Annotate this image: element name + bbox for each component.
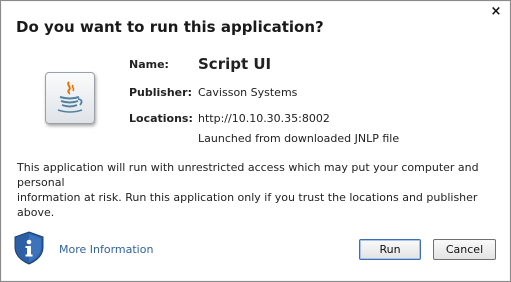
risk-warning: This application will run with unrestric… [17, 160, 487, 220]
warning-line-2: information at risk. Run this applicatio… [17, 191, 478, 219]
shield-info-icon [13, 231, 45, 269]
app-name: Script UI [198, 55, 272, 73]
security-dialog: × Do you want to run this application? N… [0, 0, 511, 282]
run-button[interactable]: Run [359, 239, 421, 260]
warning-line-1: This application will run with unrestric… [17, 161, 479, 189]
locations-value: http://10.10.30.35:8002 [198, 112, 330, 125]
close-icon[interactable]: × [489, 5, 503, 19]
dialog-title: Do you want to run this application? [16, 18, 324, 36]
publisher-value: Cavisson Systems [198, 86, 298, 99]
locations-note: Launched from downloaded JNLP file [198, 132, 400, 145]
publisher-label: Publisher: [129, 86, 192, 99]
more-information-link[interactable]: More Information [59, 243, 153, 256]
name-label: Name: [129, 58, 169, 71]
locations-label: Locations: [129, 112, 193, 125]
cancel-button[interactable]: Cancel [433, 239, 496, 260]
java-icon [45, 72, 95, 124]
